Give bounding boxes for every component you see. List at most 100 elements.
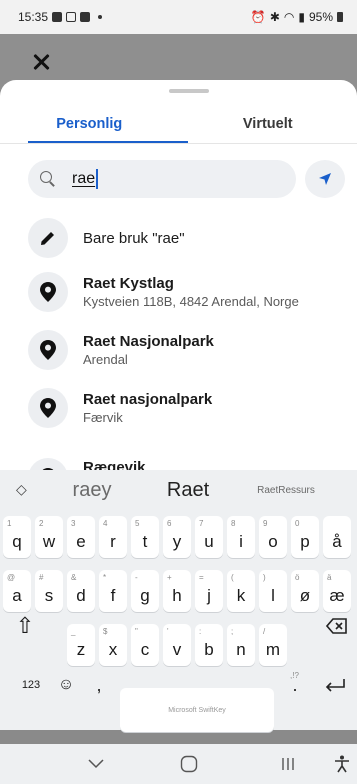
location-pin-circle	[28, 330, 68, 370]
key-hint: $	[103, 627, 108, 636]
more-notifications-icon	[98, 15, 103, 19]
key-row2-7[interactable]: (k	[227, 570, 255, 612]
result-subtitle: Arendal	[83, 351, 128, 367]
wifi-icon: ◠	[283, 10, 295, 24]
bluetooth-icon: ✱	[269, 10, 280, 24]
use-typed-text-row[interactable]: Bare bruk "rae"	[0, 210, 357, 266]
key-row2-8[interactable]: ) l	[259, 570, 287, 612]
list-item[interactable]: Raet nasjonalpark Færvik	[0, 380, 357, 436]
key-row3-3[interactable]: ' v	[163, 624, 191, 666]
suggestion-2[interactable]: Raet	[158, 479, 218, 502]
location-pin-icon	[40, 282, 56, 302]
tab-virtual[interactable]: Virtuelt	[179, 116, 357, 146]
key-row1-2[interactable]: 3e	[67, 516, 95, 558]
key-row1-0[interactable]: 1q	[3, 516, 31, 558]
key-row1-1[interactable]: 2w	[35, 516, 63, 558]
key-row2-9[interactable]: öø	[291, 570, 319, 612]
status-right: ⏰ ✱ ◠ ▮ 95%	[251, 10, 343, 24]
location-pin-icon	[40, 340, 56, 360]
key-row3-2[interactable]: " c	[131, 624, 159, 666]
list-item[interactable]: Raet Kystlag Kystveien 118B, 4842 Arenda…	[0, 264, 357, 320]
enter-key[interactable]	[320, 665, 350, 705]
key-row3-6[interactable]: / m	[259, 624, 287, 666]
space-key[interactable]: Microsoft SwiftKey	[120, 688, 274, 732]
key-label: c	[140, 640, 150, 659]
suggestion-3[interactable]: RaetRessurs	[246, 485, 326, 496]
key-hint: (	[231, 573, 234, 582]
key-hint: ä	[327, 573, 332, 582]
key-label: u	[204, 532, 214, 551]
key-row2-5[interactable]: + h	[163, 570, 191, 612]
key-hint: #	[39, 573, 44, 582]
comma-key[interactable]: ,	[84, 665, 114, 705]
key-label: p	[300, 532, 310, 551]
key-row1-6[interactable]: 7u	[195, 516, 223, 558]
key-row3-0[interactable]: _ z	[67, 624, 95, 666]
key-hint: 0	[295, 519, 300, 528]
key-row1-4[interactable]: 5t	[131, 516, 159, 558]
key-hint: 5	[135, 519, 140, 528]
emoji-key[interactable]: ☺	[52, 665, 80, 705]
key-hint: 7	[199, 519, 204, 528]
accessibility-button[interactable]	[330, 752, 354, 776]
key-label: æ	[329, 586, 345, 605]
key-label: å	[332, 532, 342, 551]
home-button[interactable]	[177, 752, 201, 776]
key-hint: _	[71, 627, 76, 636]
key-row3-4[interactable]: :b	[195, 624, 223, 666]
result-subtitle: Kystveien 118B, 4842 Arendal, Norge	[83, 293, 299, 309]
expand-toolbar-icon[interactable]: ◇	[16, 481, 30, 499]
key-row2-6[interactable]: = j	[195, 570, 223, 612]
result-text: Raet nasjonalpark Færvik	[83, 390, 212, 427]
suggestion-1[interactable]: raey	[62, 479, 122, 502]
backspace-key[interactable]	[322, 606, 352, 646]
key-label: y	[172, 532, 182, 551]
use-typed-text-label-wrap: Bare bruk "rae"	[83, 229, 185, 248]
chevron-down-icon	[88, 759, 104, 769]
period-hint: ,!?	[290, 671, 299, 680]
key-hint: "	[135, 627, 138, 636]
key-row1-7[interactable]: 8i	[227, 516, 255, 558]
key-label: t	[142, 532, 148, 551]
key-row3-1[interactable]: $ x	[99, 624, 127, 666]
key-row3-5[interactable]: ; n	[227, 624, 255, 666]
shift-key[interactable]: ⇧	[10, 606, 40, 646]
key-row1-10[interactable]: å	[323, 516, 351, 558]
key-label: l	[271, 586, 275, 605]
key-hint: /	[263, 627, 266, 636]
result-text: Raet Nasjonalpark Arendal	[83, 332, 214, 369]
key-label: d	[76, 586, 86, 605]
key-row1-9[interactable]: 0p	[291, 516, 319, 558]
key-label: x	[108, 640, 118, 659]
hide-keyboard-button[interactable]	[84, 752, 108, 776]
key-row2-3[interactable]: * f	[99, 570, 127, 612]
backspace-icon	[326, 618, 347, 634]
key-hint: -	[135, 573, 138, 582]
drag-handle[interactable]	[169, 89, 209, 93]
key-row2-2[interactable]: & d	[67, 570, 95, 612]
battery-percent: 95%	[308, 10, 333, 24]
key-row1-3[interactable]: 4r	[99, 516, 127, 558]
key-hint: '	[167, 627, 169, 636]
key-label: z	[76, 640, 86, 659]
list-item[interactable]: Raet Nasjonalpark Arendal	[0, 322, 357, 378]
key-label: e	[76, 532, 86, 551]
text-cursor	[96, 169, 99, 189]
search-value: rae	[72, 170, 96, 187]
numbers-key[interactable]: 123	[16, 665, 46, 705]
key-hint: =	[199, 573, 204, 582]
key-row1-8[interactable]: 9o	[259, 516, 287, 558]
key-row2-1[interactable]: # s	[35, 570, 63, 612]
close-icon[interactable]	[30, 50, 54, 74]
key-row2-4[interactable]: -g	[131, 570, 159, 612]
gallery-icon	[52, 12, 63, 22]
key-label: q	[12, 532, 22, 551]
period-key[interactable]: ,!? .	[280, 665, 310, 705]
status-time: 15:35	[18, 10, 49, 24]
key-row1-5[interactable]: 6y	[163, 516, 191, 558]
search-input[interactable]: rae	[28, 160, 296, 198]
current-location-button[interactable]	[305, 160, 345, 198]
key-label: s	[44, 586, 54, 605]
accessibility-icon	[335, 755, 349, 773]
recents-button[interactable]	[276, 752, 300, 776]
